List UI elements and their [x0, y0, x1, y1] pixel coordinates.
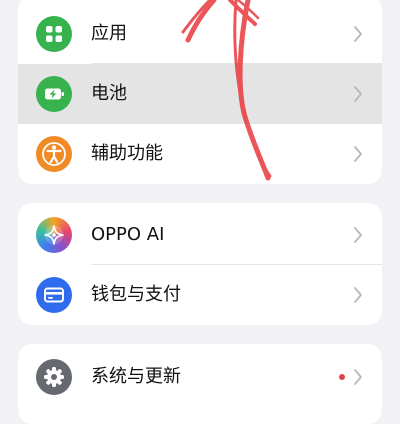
chevron-right-icon [354, 146, 362, 162]
chevron-right-icon [354, 86, 362, 102]
settings-item-label: 钱包与支付 [91, 284, 181, 305]
settings-item-battery[interactable]: 电池 [18, 64, 382, 124]
chevron-right-icon [354, 26, 362, 42]
settings-group-3: 系统与更新 [18, 344, 382, 424]
settings-item-label: 系统与更新 [91, 366, 181, 387]
settings-group-1: 应用 电池 辅助功能 [18, 0, 382, 184]
settings-item-label: 电池 [91, 83, 127, 104]
settings-item-label: 应用 [91, 23, 127, 44]
settings-item-wallet[interactable]: 钱包与支付 [18, 265, 382, 325]
gear-icon [36, 359, 72, 395]
settings-item-apps[interactable]: 应用 [18, 4, 382, 64]
settings-item-label: 辅助功能 [91, 143, 163, 164]
settings-group-2: OPPO AI 钱包与支付 [18, 203, 382, 325]
settings-item-accessibility[interactable]: 辅助功能 [18, 124, 382, 184]
settings-item-label: OPPO AI [91, 224, 165, 245]
chevron-right-icon [354, 369, 362, 385]
chevron-right-icon [354, 287, 362, 303]
oppo-ai-sparkle-icon [36, 217, 72, 253]
accessibility-person-icon [36, 136, 72, 172]
battery-charging-icon [36, 76, 72, 112]
wallet-card-icon [36, 277, 72, 313]
update-badge-dot [339, 374, 345, 380]
apps-grid-icon [36, 16, 72, 52]
settings-item-oppo-ai[interactable]: OPPO AI [18, 205, 382, 265]
chevron-right-icon [354, 227, 362, 243]
settings-item-system-update[interactable]: 系统与更新 [18, 347, 382, 407]
